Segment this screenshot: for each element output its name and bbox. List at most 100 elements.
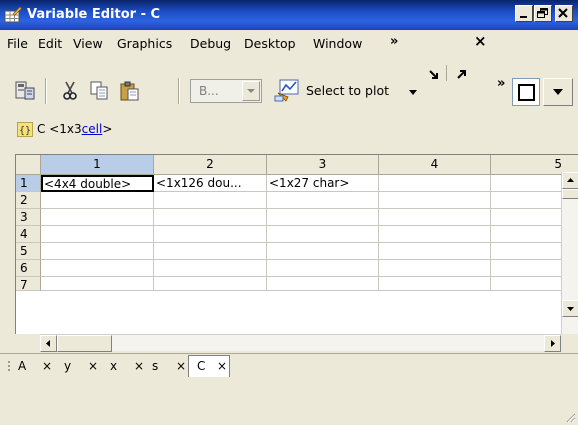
drag-grip-icon[interactable]: [7, 360, 11, 372]
variable-select-value: B...: [199, 84, 219, 98]
tab-variable-C[interactable]: C ×: [188, 355, 230, 377]
restore-button[interactable]: [534, 5, 552, 22]
row-header-7[interactable]: 7: [16, 277, 41, 292]
grid-cell[interactable]: [154, 243, 267, 260]
grid-cell[interactable]: [41, 243, 154, 260]
vertical-scrollbar[interactable]: [561, 172, 578, 334]
tab-close-icon[interactable]: ×: [217, 359, 227, 373]
grid-cell-r1-c2[interactable]: <1x126 dou...: [154, 175, 267, 192]
menu-window[interactable]: Window: [313, 36, 362, 51]
checkbox-combo-field[interactable]: [512, 78, 540, 106]
arrow-right-icon: [551, 340, 555, 347]
grid-corner[interactable]: [16, 155, 41, 175]
tab-variable-A[interactable]: A ×: [18, 356, 68, 376]
horizontal-scrollbar[interactable]: [40, 334, 561, 352]
status-bar: [0, 377, 578, 425]
grid-cell-r1-c1[interactable]: <4x4 double>: [41, 175, 154, 192]
plot-icon: [274, 79, 299, 102]
grid-cell[interactable]: [41, 260, 154, 277]
title-bar[interactable]: Variable Editor - C: [0, 0, 578, 30]
grid-cell[interactable]: [41, 209, 154, 226]
horizontal-scroll-thumb[interactable]: [57, 335, 112, 352]
scroll-right-button[interactable]: [544, 335, 561, 352]
column-header-4[interactable]: 4: [379, 155, 491, 175]
resize-grip-icon[interactable]: [564, 411, 576, 423]
tab-close-icon[interactable]: ×: [42, 359, 52, 373]
grid-cell[interactable]: [267, 277, 379, 291]
data-grid[interactable]: 1 2 3 4 5 1 2 3 4 5 6 7 <4x4 double> <1x…: [15, 154, 578, 334]
tab-label: C: [197, 359, 206, 373]
grid-cell[interactable]: [267, 226, 379, 243]
grid-cell[interactable]: [267, 192, 379, 209]
grid-cell[interactable]: [41, 277, 154, 291]
cut-icon[interactable]: [58, 80, 82, 102]
grid-cell[interactable]: [379, 243, 491, 260]
grid-cell[interactable]: [154, 260, 267, 277]
grid-cell[interactable]: [267, 209, 379, 226]
grid-cell[interactable]: [154, 226, 267, 243]
tab-close-icon[interactable]: ×: [176, 359, 186, 373]
variable-size-close: >: [102, 122, 113, 136]
grid-cell[interactable]: [154, 192, 267, 209]
tab-variable-y[interactable]: y ×: [64, 356, 114, 376]
grid-cell[interactable]: [379, 277, 491, 291]
grid-empty-area: [16, 291, 578, 334]
grid-cell-r1-c3[interactable]: <1x27 char>: [267, 175, 379, 192]
vertical-scroll-thumb[interactable]: [562, 189, 578, 199]
grid-cell-r1-c4[interactable]: [379, 175, 491, 192]
variable-type-link[interactable]: cell: [82, 122, 103, 136]
row-header-4[interactable]: 4: [16, 226, 41, 243]
column-header-3[interactable]: 3: [267, 155, 379, 175]
plot-dropdown-icon[interactable]: [408, 89, 418, 97]
scroll-left-button[interactable]: [40, 335, 57, 352]
minimize-button[interactable]: [515, 5, 533, 22]
minimize-icon: [520, 16, 527, 18]
menu-edit[interactable]: Edit: [38, 36, 62, 51]
paste-icon[interactable]: [118, 80, 142, 102]
variable-select-dropdown[interactable]: [242, 81, 260, 101]
variable-select-combo[interactable]: B...: [190, 79, 262, 103]
row-header-5[interactable]: 5: [16, 243, 41, 260]
grid-cell[interactable]: [379, 260, 491, 277]
menu-view[interactable]: View: [73, 36, 103, 51]
close-window-button[interactable]: [555, 5, 573, 22]
close-editor-button[interactable]: ×: [474, 32, 487, 50]
row-header-6[interactable]: 6: [16, 260, 41, 277]
grid-cell[interactable]: [154, 277, 267, 291]
toolbar-overflow-button[interactable]: »: [497, 76, 505, 91]
grid-cell[interactable]: [379, 226, 491, 243]
tab-close-icon[interactable]: ×: [134, 359, 144, 373]
menu-file[interactable]: File: [7, 36, 28, 51]
import-data-icon[interactable]: [13, 80, 37, 102]
svg-text:{}: {}: [19, 126, 31, 137]
arrow-down-icon: [567, 307, 574, 311]
tab-label: A: [18, 359, 27, 373]
menu-graphics[interactable]: Graphics: [117, 36, 172, 51]
grid-cell[interactable]: [379, 192, 491, 209]
scroll-up-button[interactable]: [562, 172, 578, 189]
braces-icon: {}: [19, 126, 31, 137]
menu-debug[interactable]: Debug: [190, 36, 231, 51]
menu-desktop[interactable]: Desktop: [244, 36, 296, 51]
select-to-plot-button[interactable]: Select to plot: [272, 79, 422, 103]
cell-array-icon: {}: [17, 122, 33, 137]
grid-cell[interactable]: [41, 192, 154, 209]
scroll-down-button[interactable]: [562, 300, 578, 317]
row-header-3[interactable]: 3: [16, 209, 41, 226]
column-header-2[interactable]: 2: [154, 155, 267, 175]
menu-overflow-button[interactable]: »: [390, 34, 398, 49]
grid-cell[interactable]: [154, 209, 267, 226]
checkbox-combo-dropdown[interactable]: [543, 78, 573, 106]
row-header-1[interactable]: 1: [16, 175, 41, 192]
close-icon: [558, 8, 568, 18]
grid-cell[interactable]: [267, 260, 379, 277]
grid-cell[interactable]: [267, 243, 379, 260]
tab-close-icon[interactable]: ×: [88, 359, 98, 373]
grid-cell[interactable]: [379, 209, 491, 226]
grid-cell[interactable]: [41, 226, 154, 243]
row-header-2[interactable]: 2: [16, 192, 41, 209]
variable-editor-window: Variable Editor - C File Edit View Graph…: [0, 0, 578, 425]
column-header-1[interactable]: 1: [41, 155, 154, 175]
copy-icon[interactable]: [88, 80, 112, 102]
variable-path: C <1x3cell>: [37, 122, 112, 136]
